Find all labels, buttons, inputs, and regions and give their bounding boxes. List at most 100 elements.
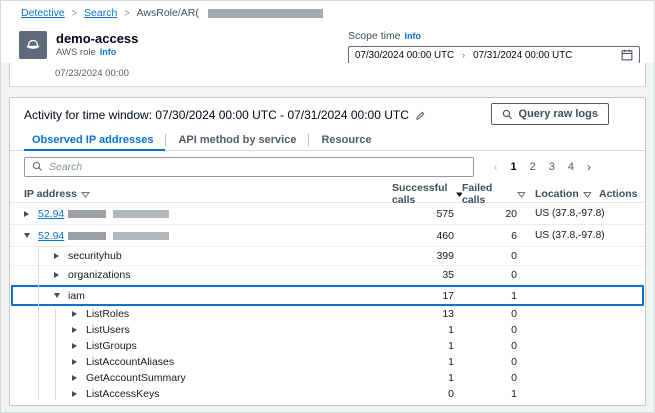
scope-time-section: Scope time Info 07/30/2024 00:00 UTC › 07… xyxy=(348,30,640,64)
expand-caret-icon[interactable] xyxy=(72,359,77,365)
next-page-icon[interactable]: › xyxy=(587,160,591,174)
column-header-location[interactable]: Location xyxy=(525,188,591,200)
api-method-name: ListRoles xyxy=(86,308,130,320)
expand-caret-icon[interactable] xyxy=(54,272,59,278)
column-header-ip-address[interactable]: IP address xyxy=(24,188,392,200)
table-body: 52.94 575 20 US (37.8,-97.8) 52.94 460 6 xyxy=(10,203,645,402)
column-label: IP address xyxy=(24,188,77,200)
page-number-2[interactable]: 2 xyxy=(530,161,536,173)
collapse-caret-icon[interactable] xyxy=(54,293,60,298)
entity-type-label: AWS role xyxy=(56,47,96,58)
table-row-api-listusers[interactable]: ListUsers 1 0 xyxy=(10,322,645,338)
successful-calls-value: 399 xyxy=(436,250,454,262)
table-row-api-getaccountsummary[interactable]: GetAccountSummary 1 0 xyxy=(10,370,645,386)
timeline-panel-partial: 07/23/2024 00:00 xyxy=(9,63,646,87)
aws-role-icon xyxy=(19,31,47,59)
tab-label: Observed IP addresses xyxy=(32,134,154,146)
table-row-api-listgroups[interactable]: ListGroups 1 0 xyxy=(10,338,645,354)
location-value: US (37.8,-97.8) xyxy=(535,208,605,219)
redacted-text xyxy=(113,209,170,218)
entity-header: demo-access AWS role Info xyxy=(19,31,138,59)
breadcrumb-current: AwsRole/AR( xyxy=(136,7,199,19)
table-row-service-securityhub[interactable]: securityhub 399 0 xyxy=(10,247,645,266)
successful-calls-value: 575 xyxy=(436,207,454,220)
page-number-4[interactable]: 4 xyxy=(568,161,574,173)
calendar-icon[interactable] xyxy=(621,49,633,61)
tab-bar: Observed IP addresses API method by serv… xyxy=(10,130,645,151)
expand-caret-icon[interactable] xyxy=(72,327,77,333)
collapse-caret-icon[interactable] xyxy=(24,233,30,238)
failed-calls-value: 20 xyxy=(505,207,517,220)
api-method-name: ListUsers xyxy=(86,324,130,336)
table-header-row: IP address Successful calls Failed calls… xyxy=(10,182,645,206)
activity-title-row: Activity for time window: 07/30/2024 00:… xyxy=(24,108,426,122)
redacted-text xyxy=(68,231,107,240)
edit-pencil-icon[interactable] xyxy=(415,110,426,121)
page-number-3[interactable]: 3 xyxy=(549,161,555,173)
tree-guide-line xyxy=(38,247,39,400)
redacted-text xyxy=(207,8,323,18)
expand-caret-icon[interactable] xyxy=(54,253,59,259)
tab-observed-ip-addresses[interactable]: Observed IP addresses xyxy=(24,130,166,151)
scope-time-range-picker[interactable]: 07/30/2024 00:00 UTC › 07/31/2024 00:00 … xyxy=(348,46,640,64)
column-header-actions: Actions xyxy=(591,188,638,200)
table-toolbar: ‹ 1 2 3 4 › xyxy=(24,151,631,182)
breadcrumb-separator: > xyxy=(71,7,78,19)
search-box[interactable] xyxy=(24,156,474,177)
ip-address-link[interactable]: 52.94 xyxy=(38,230,64,242)
activity-title: Activity for time window: 07/30/2024 00:… xyxy=(24,108,409,122)
table-row-service-organizations[interactable]: organizations 35 0 xyxy=(10,266,645,285)
breadcrumb-link-search[interactable]: Search xyxy=(84,7,117,19)
tree-guide-line xyxy=(55,309,56,400)
search-input[interactable] xyxy=(49,160,466,173)
entity-subtitle: AWS role Info xyxy=(56,47,138,58)
info-link[interactable]: Info xyxy=(100,47,117,57)
ip-address-link[interactable]: 52.94 xyxy=(38,208,64,220)
query-raw-logs-button[interactable]: Query raw logs xyxy=(490,103,609,125)
table-row-api-listaccesskeys[interactable]: ListAccessKeys 0 1 xyxy=(10,386,645,402)
failed-calls-value: 0 xyxy=(511,308,517,320)
query-raw-logs-label: Query raw logs xyxy=(518,108,598,120)
tab-api-method-by-service[interactable]: API method by service xyxy=(166,130,308,150)
failed-calls-value: 1 xyxy=(511,388,517,400)
table-row-ip-1[interactable]: 52.94 575 20 US (37.8,-97.8) xyxy=(10,203,645,225)
table-row-api-listroles[interactable]: ListRoles 13 0 xyxy=(10,306,645,322)
successful-calls-value: 1 xyxy=(448,372,454,384)
successful-calls-value: 1 xyxy=(448,340,454,352)
tab-resource[interactable]: Resource xyxy=(309,130,383,150)
pagination: ‹ 1 2 3 4 › xyxy=(494,160,592,174)
successful-calls-value: 0 xyxy=(448,388,454,400)
breadcrumb-link-detective[interactable]: Detective xyxy=(21,7,65,19)
breadcrumb-separator: > xyxy=(124,7,130,19)
previous-page-icon[interactable]: ‹ xyxy=(494,160,498,174)
chevron-right-icon: › xyxy=(462,50,466,60)
search-icon xyxy=(502,109,512,119)
tab-label: Resource xyxy=(321,134,372,146)
successful-calls-value: 35 xyxy=(442,269,454,281)
info-link[interactable]: Info xyxy=(405,31,422,41)
scope-time-label: Scope time Info xyxy=(348,30,640,42)
expand-caret-icon[interactable] xyxy=(72,311,77,317)
failed-calls-value: 1 xyxy=(511,289,517,302)
service-name: securityhub xyxy=(68,250,122,262)
expand-caret-icon[interactable] xyxy=(72,391,77,397)
activity-card: Activity for time window: 07/30/2024 00:… xyxy=(9,97,646,406)
table-row-api-listaccountaliases[interactable]: ListAccountAliases 1 0 xyxy=(10,354,645,370)
failed-calls-value: 0 xyxy=(511,324,517,336)
scope-time-text: Scope time xyxy=(348,30,401,42)
table-row-ip-2[interactable]: 52.94 460 6 US (37.8,-97.8) xyxy=(10,225,645,247)
location-value: US (37.8,-97.8) xyxy=(535,230,605,241)
table-row-service-iam[interactable]: iam 17 1 xyxy=(11,285,644,306)
page-number-1[interactable]: 1 xyxy=(511,161,517,173)
sort-caret-icon xyxy=(516,191,525,198)
failed-calls-value: 6 xyxy=(511,229,517,242)
page-title: demo-access xyxy=(56,31,139,46)
successful-calls-value: 1 xyxy=(448,356,454,368)
expand-caret-icon[interactable] xyxy=(72,343,77,349)
service-name: iam xyxy=(68,289,85,302)
redacted-text xyxy=(113,231,170,240)
expand-caret-icon[interactable] xyxy=(72,375,77,381)
api-method-name: ListGroups xyxy=(86,340,137,352)
expand-caret-icon[interactable] xyxy=(24,210,29,217)
timeline-tick-label: 07/23/2024 00:00 xyxy=(55,68,129,79)
